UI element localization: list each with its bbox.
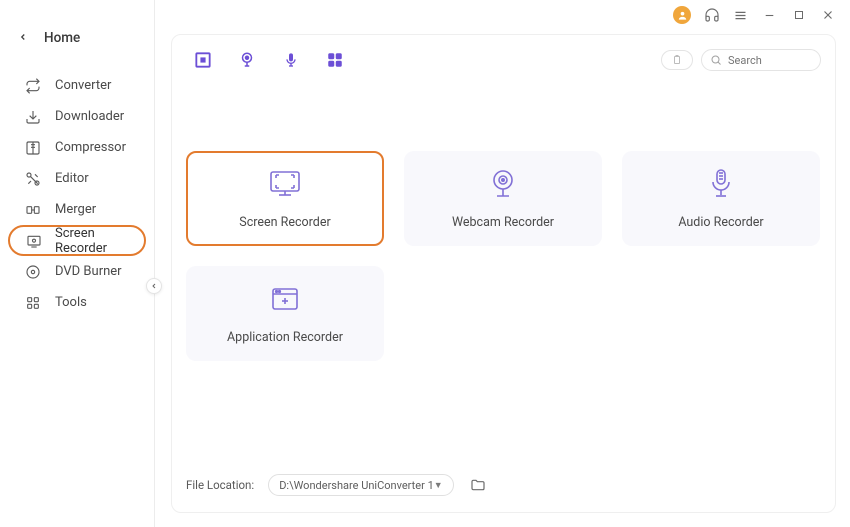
tools-icon bbox=[24, 294, 42, 312]
file-location-value: D:\Wondershare UniConverter 1 bbox=[279, 479, 434, 492]
downloader-icon bbox=[24, 108, 42, 126]
screen-recorder-icon bbox=[26, 232, 42, 250]
recorder-card-grid: Screen Recorder Webcam Recorder Audio Re… bbox=[186, 151, 821, 361]
mode-apps-icon[interactable] bbox=[324, 49, 346, 71]
sidebar-item-label: Screen Recorder bbox=[55, 226, 128, 256]
clipboard-button[interactable] bbox=[661, 50, 693, 70]
sidebar-item-label: Converter bbox=[55, 78, 111, 93]
dvd-burner-icon bbox=[24, 263, 42, 281]
mode-audio-icon[interactable] bbox=[280, 49, 302, 71]
sidebar-item-label: DVD Burner bbox=[55, 264, 122, 279]
search-group bbox=[661, 49, 821, 71]
sidebar-item-editor[interactable]: Editor bbox=[8, 163, 146, 194]
support-icon[interactable] bbox=[703, 7, 720, 24]
sidebar-item-screen-recorder[interactable]: Screen Recorder bbox=[8, 225, 146, 256]
card-label: Audio Recorder bbox=[678, 215, 763, 230]
card-label: Application Recorder bbox=[227, 330, 343, 345]
titlebar bbox=[155, 0, 850, 30]
content-topbar bbox=[186, 49, 821, 71]
nav-list: Converter Downloader Compressor Editor bbox=[0, 70, 154, 318]
application-recorder-card-icon bbox=[268, 282, 302, 316]
screen-recorder-card-icon bbox=[268, 167, 302, 201]
profile-icon[interactable] bbox=[673, 6, 691, 24]
sidebar-item-tools[interactable]: Tools bbox=[8, 287, 146, 318]
search-box[interactable] bbox=[701, 49, 821, 71]
sidebar-item-label: Tools bbox=[55, 295, 87, 310]
compressor-icon bbox=[24, 139, 42, 157]
card-audio-recorder[interactable]: Audio Recorder bbox=[622, 151, 820, 246]
home-nav[interactable]: Home bbox=[0, 16, 154, 60]
card-screen-recorder[interactable]: Screen Recorder bbox=[186, 151, 384, 246]
content-panel: Screen Recorder Webcam Recorder Audio Re… bbox=[171, 34, 836, 513]
mode-webcam-icon[interactable] bbox=[236, 49, 258, 71]
sidebar-item-compressor[interactable]: Compressor bbox=[8, 132, 146, 163]
search-input[interactable] bbox=[728, 54, 812, 67]
sidebar-item-merger[interactable]: Merger bbox=[8, 194, 146, 225]
app-root: Home Converter Downloader Compressor bbox=[0, 0, 850, 527]
chevron-left-icon bbox=[18, 30, 28, 46]
card-label: Webcam Recorder bbox=[452, 215, 554, 230]
open-folder-button[interactable] bbox=[468, 475, 488, 495]
webcam-recorder-card-icon bbox=[486, 167, 520, 201]
sidebar-item-label: Merger bbox=[55, 202, 96, 217]
audio-recorder-card-icon bbox=[704, 167, 738, 201]
minimize-button[interactable] bbox=[761, 7, 778, 24]
card-webcam-recorder[interactable]: Webcam Recorder bbox=[404, 151, 602, 246]
main-area: Screen Recorder Webcam Recorder Audio Re… bbox=[155, 0, 850, 527]
mode-icon-row bbox=[186, 49, 346, 71]
file-location-select[interactable]: D:\Wondershare UniConverter 1 ▼ bbox=[268, 474, 453, 496]
close-button[interactable] bbox=[819, 7, 836, 24]
sidebar-item-label: Compressor bbox=[55, 140, 126, 155]
sidebar-item-label: Downloader bbox=[55, 109, 124, 124]
sidebar-item-downloader[interactable]: Downloader bbox=[8, 101, 146, 132]
footer-bar: File Location: D:\Wondershare UniConvert… bbox=[186, 460, 821, 496]
converter-icon bbox=[24, 77, 42, 95]
home-label: Home bbox=[44, 30, 80, 46]
file-location-label: File Location: bbox=[186, 478, 254, 492]
sidebar-collapse-handle[interactable] bbox=[146, 278, 162, 294]
sidebar-item-label: Editor bbox=[55, 171, 89, 186]
sidebar-item-converter[interactable]: Converter bbox=[8, 70, 146, 101]
sidebar-item-dvd-burner[interactable]: DVD Burner bbox=[8, 256, 146, 287]
maximize-button[interactable] bbox=[790, 7, 807, 24]
menu-icon[interactable] bbox=[732, 7, 749, 24]
card-label: Screen Recorder bbox=[239, 215, 330, 230]
sidebar: Home Converter Downloader Compressor bbox=[0, 0, 155, 527]
editor-icon bbox=[24, 170, 42, 188]
card-application-recorder[interactable]: Application Recorder bbox=[186, 266, 384, 361]
search-icon bbox=[710, 54, 722, 66]
merger-icon bbox=[24, 201, 42, 219]
chevron-down-icon: ▼ bbox=[434, 480, 443, 491]
mode-screen-icon[interactable] bbox=[192, 49, 214, 71]
